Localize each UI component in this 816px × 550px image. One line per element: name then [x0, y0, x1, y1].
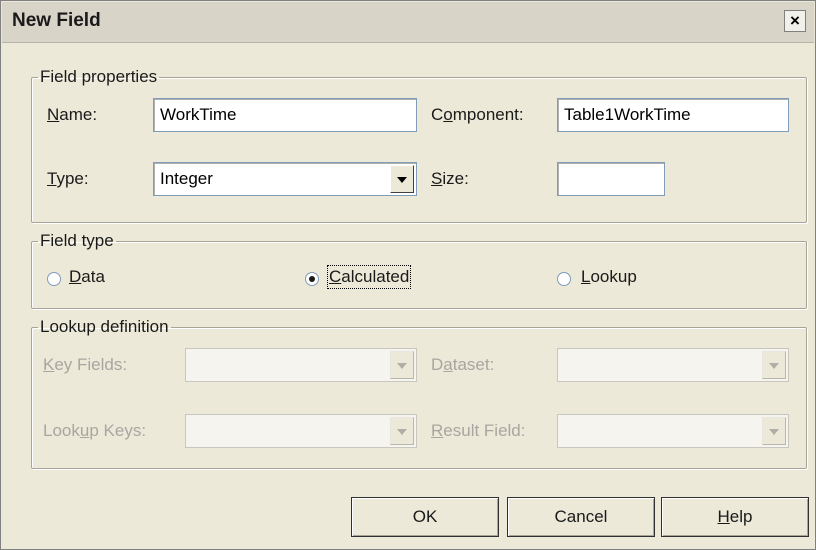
key-fields-label: Key Fields: — [43, 355, 128, 374]
lookup-radio[interactable] — [557, 272, 571, 286]
name-field[interactable]: WorkTime — [153, 98, 417, 132]
data-radio-label[interactable]: Data — [69, 267, 105, 287]
field-type-group: Field type — [31, 231, 807, 309]
key-fields-dropdown[interactable] — [185, 348, 417, 382]
data-radio[interactable] — [47, 272, 61, 286]
title-bar: New Field × — [2, 2, 814, 43]
calculated-radio-label[interactable]: Calculated — [326, 265, 412, 289]
chevron-down-icon[interactable] — [762, 351, 786, 379]
type-dropdown[interactable]: Integer — [153, 162, 417, 196]
lookup-keys-label: Lookup Keys: — [43, 421, 147, 440]
component-label: Component: — [431, 105, 524, 124]
field-properties-legend: Field properties — [40, 67, 158, 86]
field-properties-group: Field properties — [31, 67, 807, 223]
chevron-down-icon[interactable] — [762, 417, 786, 445]
lookup-radio-label[interactable]: Lookup — [581, 267, 637, 287]
dataset-dropdown[interactable] — [557, 348, 789, 382]
result-field-dropdown[interactable] — [557, 414, 789, 448]
size-field[interactable] — [557, 162, 665, 196]
chevron-down-icon[interactable] — [390, 351, 414, 379]
type-label: Type: — [47, 169, 89, 188]
ok-button[interactable]: OK — [351, 497, 499, 537]
result-field-label: Result Field: — [431, 421, 526, 440]
size-label: Size: — [431, 169, 469, 188]
calculated-radio[interactable] — [305, 272, 319, 286]
cancel-button[interactable]: Cancel — [507, 497, 655, 537]
dataset-label: Dataset: — [431, 355, 495, 374]
name-label: Name: — [47, 105, 98, 124]
close-icon[interactable]: × — [784, 10, 806, 32]
help-button[interactable]: Help — [661, 497, 809, 537]
dialog-title: New Field — [12, 10, 101, 31]
lookup-keys-dropdown[interactable] — [185, 414, 417, 448]
component-field[interactable]: Table1WorkTime — [557, 98, 789, 132]
chevron-down-icon[interactable] — [390, 165, 414, 193]
chevron-down-icon[interactable] — [390, 417, 414, 445]
field-type-legend: Field type — [40, 231, 114, 250]
new-field-dialog: New Field × Field properties Name: WorkT… — [0, 0, 816, 550]
lookup-definition-legend: Lookup definition — [40, 317, 169, 336]
type-value: Integer — [160, 169, 213, 188]
